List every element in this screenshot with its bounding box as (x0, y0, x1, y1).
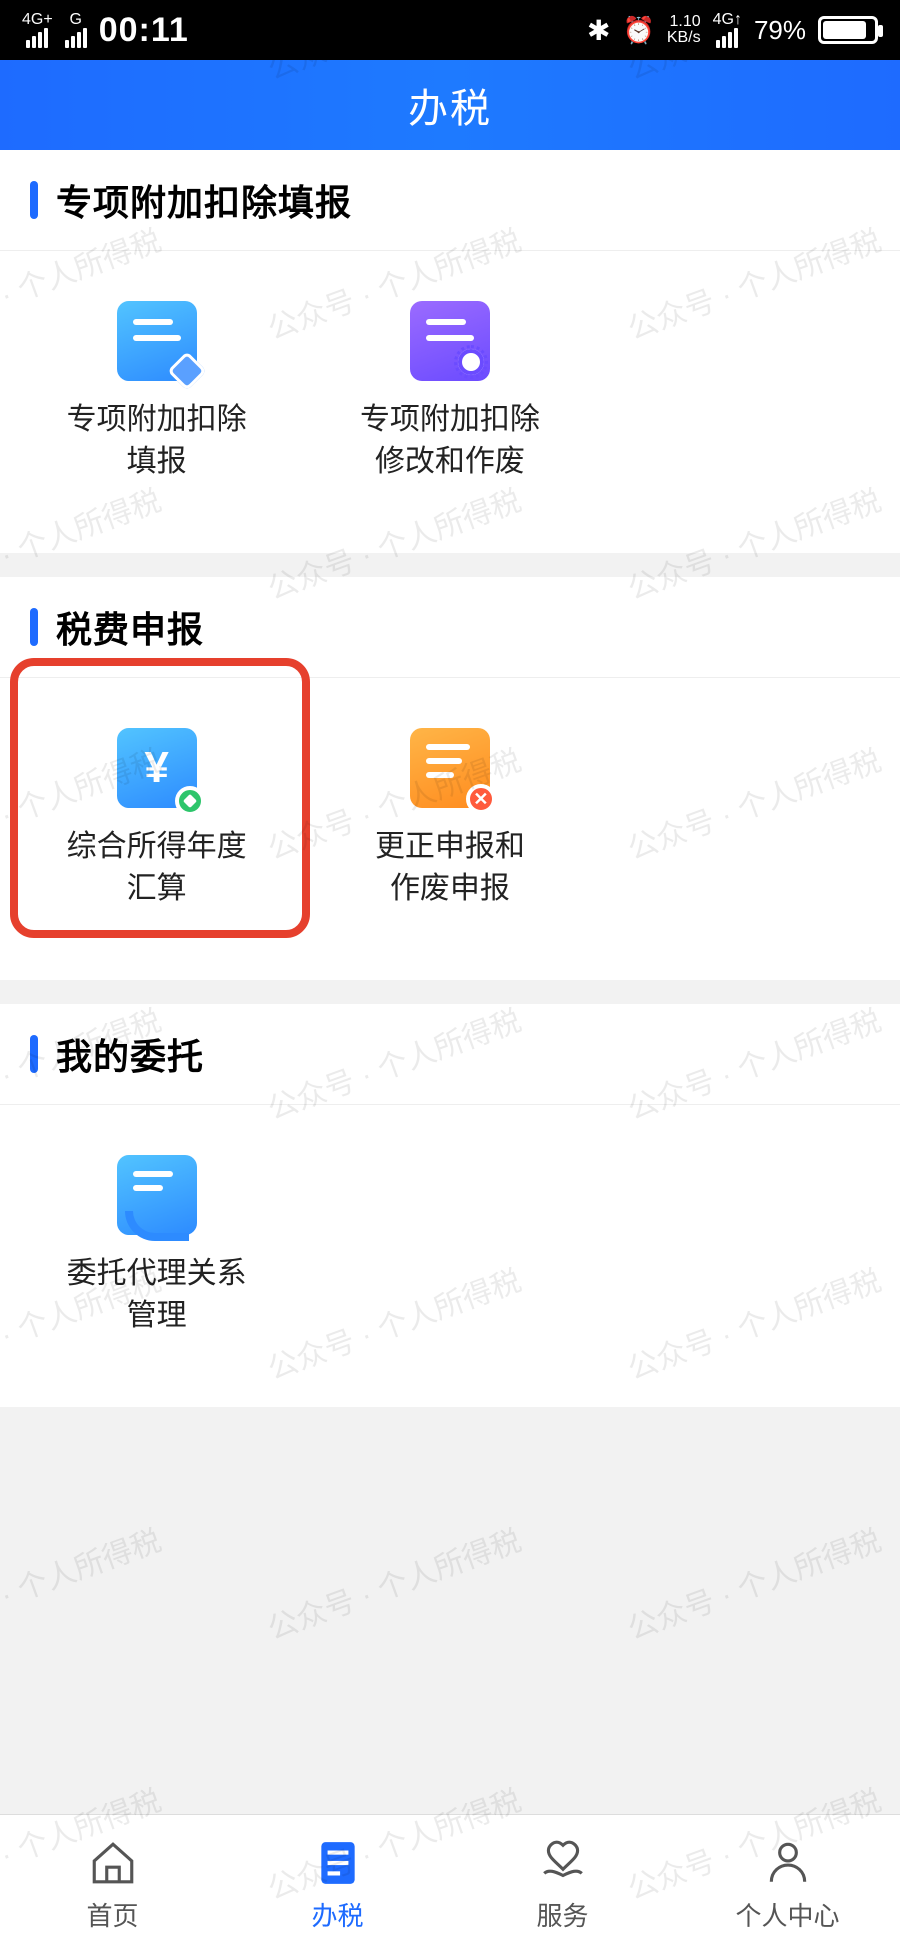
item-label: 专项附加扣除修改和作废 (360, 399, 540, 483)
section-title: 专项附加扣除填报 (56, 174, 352, 226)
section-my-delegate: 我的委托 委托代理关系管理 (0, 1004, 900, 1407)
signal-1-label: 4G+ (22, 12, 53, 28)
signal-3: 4G↑ (713, 12, 742, 48)
item-annual-settlement[interactable]: ¥ 综合所得年度汇算 (10, 728, 303, 910)
item-special-deduction-edit[interactable]: 专项附加扣除修改和作废 (303, 301, 596, 483)
item-label: 委托代理关系管理 (67, 1253, 247, 1337)
section-grid: 专项附加扣除填报 专项附加扣除修改和作废 (0, 251, 900, 553)
section-grid: 委托代理关系管理 (0, 1105, 900, 1407)
section-special-deduction: 专项附加扣除填报 专项附加扣除填报 专项附加扣除修改和作废 (0, 150, 900, 553)
section-tax-declare: 税费申报 ¥ 综合所得年度汇算 ✕ 更正申报和作废申报 (0, 577, 900, 980)
signal-2: G (65, 12, 87, 48)
item-label: 专项附加扣除填报 (67, 399, 247, 483)
signal-2-label: G (69, 12, 81, 28)
nav-tax[interactable]: 办税 (225, 1815, 450, 1954)
section-bar-icon (30, 181, 38, 219)
nav-label: 个人中心 (735, 1896, 839, 1933)
doc-pencil-icon (117, 301, 197, 381)
nav-label: 办税 (311, 1896, 363, 1933)
net-speed: 1.10 KB/s (667, 14, 701, 46)
net-speed-val: 1.10 (669, 13, 700, 30)
net-speed-unit: KB/s (667, 29, 701, 46)
signal-1: 4G+ (22, 12, 53, 48)
alarm-icon: ⏰ (622, 15, 654, 46)
doc-x-icon: ✕ (410, 728, 490, 808)
status-left: 4G+ G 00:11 (22, 11, 189, 50)
clock: 00:11 (99, 11, 189, 50)
section-title: 税费申报 (56, 601, 204, 653)
person-icon (761, 1836, 815, 1890)
status-bar: 4G+ G 00:11 ✱ ⏰ 1.10 KB/s 4G↑ 79% (0, 0, 900, 60)
status-right: ✱ ⏰ 1.10 KB/s 4G↑ 79% (587, 12, 878, 48)
nav-label: 首页 (86, 1896, 138, 1933)
doc-gear-icon (410, 301, 490, 381)
section-header: 专项附加扣除填报 (0, 150, 900, 251)
section-grid: ¥ 综合所得年度汇算 ✕ 更正申报和作废申报 (0, 678, 900, 980)
doc-yen-icon: ¥ (117, 728, 197, 808)
section-header: 我的委托 (0, 1004, 900, 1105)
doc-icon (311, 1836, 365, 1890)
item-correct-void[interactable]: ✕ 更正申报和作废申报 (303, 728, 596, 910)
bluetooth-icon: ✱ (587, 14, 610, 47)
item-special-deduction-fill[interactable]: 专项附加扣除填报 (10, 301, 303, 483)
doc-hand-icon (117, 1155, 197, 1235)
nav-home[interactable]: 首页 (0, 1815, 225, 1954)
battery-pct: 79% (754, 15, 806, 46)
section-bar-icon (30, 1035, 38, 1073)
nav-profile[interactable]: 个人中心 (675, 1815, 900, 1954)
app-header: 办税 (0, 60, 900, 150)
signal-3-label: 4G↑ (713, 12, 742, 28)
section-bar-icon (30, 608, 38, 646)
nav-label: 服务 (536, 1896, 588, 1933)
section-title: 我的委托 (56, 1028, 204, 1080)
home-icon (86, 1836, 140, 1890)
item-label: 更正申报和作废申报 (375, 826, 525, 910)
battery-icon (818, 16, 878, 44)
section-header: 税费申报 (0, 577, 900, 678)
nav-service[interactable]: 服务 (450, 1815, 675, 1954)
item-label: 综合所得年度汇算 (67, 826, 247, 910)
page-title: 办税 (408, 76, 492, 134)
item-delegate-manage[interactable]: 委托代理关系管理 (10, 1155, 303, 1337)
heart-hands-icon (536, 1836, 590, 1890)
bottom-nav: 首页 办税 服务 个人中心 (0, 1814, 900, 1954)
